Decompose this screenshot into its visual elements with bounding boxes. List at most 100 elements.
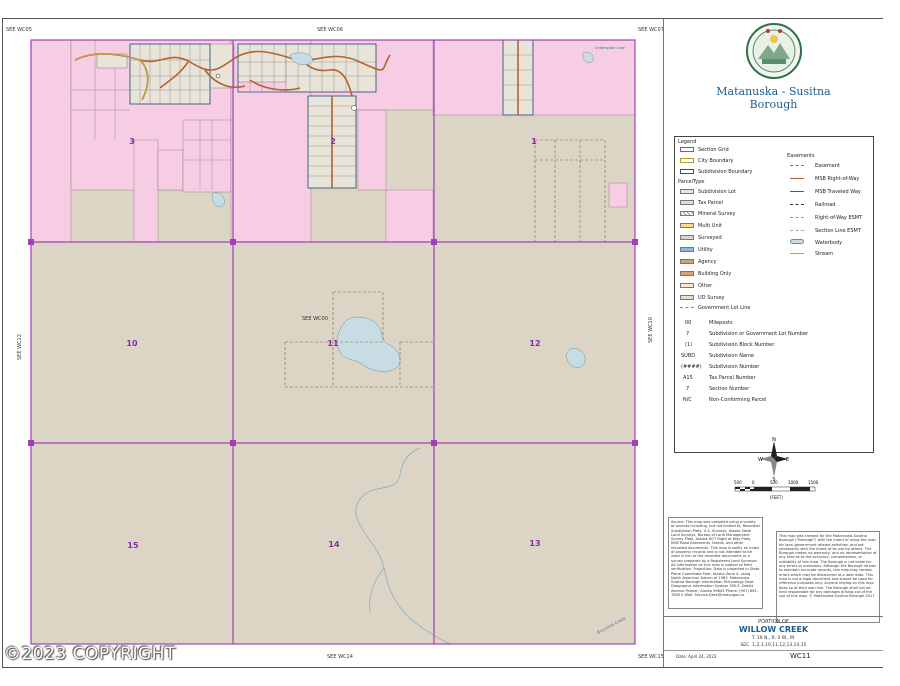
legend: Legend Section Grid City Boundary Subdiv… [674, 136, 874, 453]
scale-tick-1: 0 [752, 480, 755, 485]
legend-sym-block: (1) [685, 342, 693, 348]
section-1: 1 [531, 137, 537, 146]
swatch-subdivision-lot [680, 189, 694, 194]
section-13: 13 [529, 539, 540, 548]
swatch-easement [790, 165, 804, 166]
copyright-watermark: ©2023 COPYRIGHT [4, 644, 176, 664]
legend-mineral-survey: Mineral Survey [698, 211, 736, 217]
compass-e: E [786, 457, 789, 463]
legend-subdivision-boundary: Subdivision Boundary [698, 169, 753, 175]
legend-surveyed: Surveyed [698, 235, 722, 241]
title-divider [664, 650, 883, 651]
legend-sym-taxnum: A15 [683, 375, 693, 381]
swatch-surveyed [680, 235, 694, 240]
sections-list: SEC. 1,2,3,10,11,12,13,14,15 [740, 643, 807, 648]
township: T. 19 N., R. 3 W., M. [751, 636, 796, 641]
legend-row-esmt: Right-of-Way ESMT [815, 215, 863, 221]
legend-sym-milepost: 00 [685, 320, 692, 326]
swatch-gov-lot-line [680, 307, 694, 308]
section-11: 11 [327, 339, 339, 348]
legend-sym-secnum: 7 [686, 386, 690, 392]
legend-lot-num: Subdivision or Government Lot Number [709, 331, 809, 337]
legend-railroad: Railroad [815, 202, 836, 208]
legend-mileposts: Mileposts [709, 320, 733, 326]
area-name: WILLOW CREEK [738, 625, 809, 634]
swatch-waterbody [790, 239, 804, 244]
legend-parcel-type: ParcelType [678, 179, 705, 185]
legend-taxnum: Tax Parcel Number [709, 375, 756, 381]
legend-tax-parcel: Tax Parcel [698, 200, 723, 206]
legend-sym-nonconf: N/C [683, 397, 692, 403]
legend-title: Legend [678, 139, 697, 145]
borough-name-2: Borough [749, 98, 798, 111]
swatch-mineral-survey [680, 211, 694, 216]
swatch-city-boundary [680, 158, 694, 163]
side-panel: Matanuska - Susitna Borough Legend Secti… [663, 19, 883, 667]
title-block: PORTION OF WILLOW CREEK T. 19 N., R. 3 W… [664, 616, 883, 668]
swatch-utility [680, 247, 694, 252]
legend-utility: Utility [698, 247, 713, 253]
legend-secnum: Section Number [709, 386, 750, 392]
see-ref-bottom-mid: SEE WC14 [327, 654, 353, 660]
scale-tick-2: 500 [770, 480, 778, 485]
compass-rose-icon: N S W E [758, 437, 789, 481]
map-date: Date: April 24, 2023 [676, 654, 717, 659]
see-ref-top-left: SEE WC05 [6, 27, 32, 33]
borough-seal-icon [746, 23, 802, 79]
swatch-agency [680, 259, 694, 264]
legend-easements: Easements [787, 153, 815, 159]
legend-ud-survey: UD Survey [698, 295, 725, 301]
legend-section-grid: Section Grid [698, 147, 729, 153]
swatch-tax-parcel [680, 200, 694, 205]
swatch-multi-unit [680, 223, 694, 228]
section-2: 2 [330, 137, 336, 146]
liability-disclaimer: This map was created for the Matanuska-S… [776, 531, 880, 623]
legend-multi-unit: Multi Unit [698, 223, 722, 229]
swatch-section-grid [680, 147, 694, 152]
swatch-building-only [680, 271, 694, 276]
legend-block: Subdivision Block Number [709, 342, 775, 348]
see-ref-left: SEE WC12 [17, 334, 23, 360]
scale-tick-0: 500 [734, 480, 742, 485]
legend-city-boundary: City Boundary [698, 158, 734, 164]
legend-waterbody: Waterbody [815, 240, 843, 246]
legend-subnum: Subdivision Number [709, 364, 760, 370]
swatch-subdivision-boundary [680, 169, 694, 174]
compass-n: N [772, 437, 776, 443]
see-ref-center: SEE WC00 [302, 316, 328, 322]
section-14: 14 [328, 540, 340, 549]
legend-subdivision-lot: Subdivision Lot [698, 189, 736, 195]
swatch-msb-traveled [790, 191, 804, 192]
borough-name: Matanuska - Susitna [716, 85, 831, 98]
swatch-section-line-esmt [790, 230, 804, 231]
legend-easement: Easement [815, 163, 840, 169]
legend-agency: Agency [698, 259, 717, 265]
lake-label: Underwater Lake [595, 46, 625, 50]
legend-section-line-esmt: Section Line ESMT [815, 228, 861, 234]
swatch-railroad [790, 204, 804, 205]
scale-tick-4: 1500 [808, 480, 819, 485]
swatch-stream [790, 253, 804, 254]
legend-msb-traveled: MSB Traveled Way [815, 189, 861, 195]
swatch-ud-survey [680, 295, 694, 300]
see-ref-right: SEE WC10 [648, 317, 654, 343]
section-10: 10 [126, 339, 138, 348]
swatch-msb-row [790, 178, 804, 179]
section-3: 3 [129, 137, 135, 146]
swatch-other [680, 283, 694, 288]
legend-gov-lot-line: Government Lot Line [698, 305, 751, 311]
scale-tick-3: 1000 [788, 480, 799, 485]
scale-unit: (FEET) [770, 495, 783, 500]
see-ref-top-right: SEE WC07 [638, 27, 664, 33]
swatch-row-esmt [790, 217, 804, 218]
scale-bar: 500 0 500 1000 1500 (FEET) [734, 480, 819, 500]
legend-stream: Stream [815, 251, 834, 257]
legend-subname: Subdivision Name [709, 353, 754, 359]
legend-sym-subnum: (####) [681, 364, 702, 370]
sheet-number: WC11 [790, 652, 811, 660]
see-ref-bottom-right: SEE WC15 [638, 654, 664, 660]
source-disclaimer: Source: This map was compiled using a va… [668, 517, 763, 609]
section-12: 12 [529, 339, 540, 348]
legend-sym-lot: 7 [686, 331, 690, 337]
legend-nonconf: Non-Conforming Parcel [709, 397, 767, 403]
